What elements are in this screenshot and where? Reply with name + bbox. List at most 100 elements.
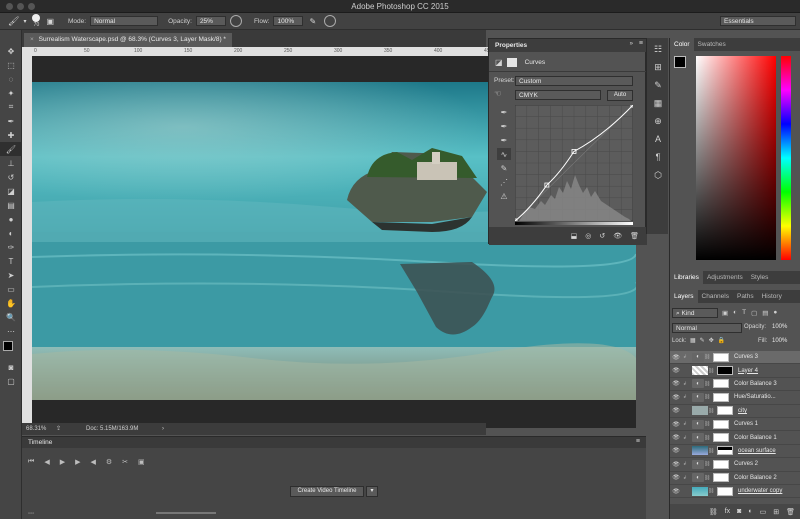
layer-visibility-icon[interactable]: 👁 bbox=[670, 461, 682, 468]
layer-row[interactable]: 👁 ⛓ ocean surface bbox=[670, 445, 800, 459]
tool-preset-dropdown[interactable]: ▾ bbox=[23, 18, 26, 25]
mask-link-icon[interactable]: ⛓ bbox=[704, 354, 710, 360]
fill-value[interactable]: 100% bbox=[772, 338, 787, 344]
layer-style-icon[interactable]: fx bbox=[725, 508, 730, 515]
mask-link-icon[interactable]: ⛓ bbox=[708, 448, 714, 454]
hand-tool-icon[interactable]: ✋ bbox=[0, 296, 22, 310]
gradient-tool-icon[interactable]: ▤ bbox=[0, 198, 22, 212]
layer-thumbnail[interactable] bbox=[692, 446, 708, 456]
properties-panel-icon[interactable]: ☷ bbox=[647, 40, 669, 58]
hue-slider[interactable] bbox=[781, 56, 791, 260]
layer-row[interactable]: 👁 ⛓ underwater copy bbox=[670, 485, 800, 499]
channel-select[interactable]: CMYK bbox=[515, 90, 601, 100]
timeline-mode-dropdown[interactable]: ▾ bbox=[366, 486, 378, 497]
delete-icon[interactable]: 🗑 bbox=[630, 232, 639, 240]
flow-input[interactable]: 100% bbox=[273, 16, 304, 26]
pen-tool-icon[interactable]: ✑ bbox=[0, 240, 22, 254]
layer-thumbnail[interactable] bbox=[692, 406, 708, 416]
mask-link-icon[interactable]: ⛓ bbox=[704, 394, 710, 400]
layer-mask-thumbnail[interactable] bbox=[713, 473, 729, 483]
layer-thumbnail[interactable] bbox=[692, 366, 708, 376]
layer-mask-thumbnail[interactable] bbox=[713, 379, 729, 389]
layer-visibility-icon[interactable]: 👁 bbox=[670, 488, 682, 495]
foreground-color[interactable] bbox=[674, 56, 686, 68]
layer-row[interactable]: 👁 ↲ ◐ ⛓ Hue/Saturatio... bbox=[670, 391, 800, 405]
airbrush-icon[interactable]: ✎ bbox=[309, 17, 316, 26]
tab-paths[interactable]: Paths bbox=[733, 290, 758, 303]
mask-link-icon[interactable]: ⛓ bbox=[704, 475, 710, 481]
layer-row[interactable]: 👁 ↲ ◐ ⛓ Curves 2 bbox=[670, 458, 800, 472]
tab-libraries[interactable]: Libraries bbox=[670, 271, 703, 284]
tab-adjustments[interactable]: Adjustments bbox=[703, 271, 747, 284]
play-icon[interactable]: ▶ bbox=[60, 458, 65, 466]
path-select-tool-icon[interactable]: ➤ bbox=[0, 268, 22, 282]
layer-mask-thumbnail[interactable] bbox=[713, 419, 729, 429]
curve-point-tool-icon[interactable]: ∿ bbox=[497, 148, 511, 160]
share-icon[interactable]: ⇪ bbox=[56, 425, 61, 432]
layer-row[interactable]: 👁 ↲ ◐ ⛓ Color Balance 2 bbox=[670, 472, 800, 485]
white-point-eyedropper-icon[interactable]: ✒ bbox=[497, 134, 511, 146]
layer-row[interactable]: 👁 ⛓ city bbox=[670, 405, 800, 418]
character-panel-icon[interactable]: A bbox=[647, 130, 669, 148]
layer-thumbnail[interactable] bbox=[692, 486, 708, 496]
eyedropper-tool-icon[interactable]: ✒ bbox=[0, 114, 22, 128]
link-layers-icon[interactable]: ⛓ bbox=[709, 508, 718, 516]
on-image-adjust-icon[interactable]: ☜ bbox=[494, 89, 501, 98]
zoom-level[interactable]: 68.31% bbox=[26, 426, 46, 432]
zoom-tool-icon[interactable]: 🔍 bbox=[0, 310, 22, 324]
layer-visibility-icon[interactable]: 👁 bbox=[670, 354, 682, 361]
quick-mask-icon[interactable]: ◙ bbox=[0, 360, 22, 374]
layer-opacity-value[interactable]: 100% bbox=[772, 324, 787, 330]
tab-history[interactable]: History bbox=[758, 290, 786, 303]
layer-visibility-icon[interactable]: 👁 bbox=[670, 380, 682, 387]
paragraph-panel-icon[interactable]: ¶ bbox=[647, 148, 669, 166]
layer-mask-thumbnail[interactable] bbox=[717, 446, 733, 456]
healing-tool-icon[interactable]: ✚ bbox=[0, 128, 22, 142]
lock-transparency-icon[interactable]: ▦ bbox=[690, 337, 696, 344]
new-adjustment-icon[interactable]: ◐ bbox=[748, 508, 752, 515]
layer-mask-thumbnail[interactable] bbox=[713, 433, 729, 443]
mode-select[interactable]: Normal bbox=[90, 16, 159, 26]
clone-stamp-tool-icon[interactable]: ⊥ bbox=[0, 156, 22, 170]
layer-row[interactable]: 👁 ⛓ Layer 4 bbox=[670, 364, 800, 378]
quick-select-tool-icon[interactable]: ✦ bbox=[0, 86, 22, 100]
reset-icon[interactable]: ↺ bbox=[599, 232, 605, 240]
layer-mask-icon[interactable] bbox=[506, 58, 517, 67]
mask-link-icon[interactable]: ⛓ bbox=[708, 368, 714, 374]
adjustments-panel-icon[interactable]: ⊞ bbox=[647, 58, 669, 76]
audio-icon[interactable]: ◀ bbox=[90, 458, 95, 466]
filter-pixel-icon[interactable]: ▣ bbox=[722, 309, 728, 317]
timeline-menu-icon[interactable]: ≡ bbox=[636, 438, 640, 445]
status-menu-icon[interactable]: › bbox=[162, 426, 164, 432]
lock-position-icon[interactable]: ✥ bbox=[709, 337, 714, 344]
mask-link-icon[interactable]: ⛓ bbox=[704, 381, 710, 387]
foreground-color-swatch[interactable] bbox=[3, 341, 13, 351]
tab-channels[interactable]: Channels bbox=[698, 290, 733, 303]
properties-menu-icon[interactable]: ≡ bbox=[639, 40, 643, 47]
transition-icon[interactable]: ▣ bbox=[138, 458, 145, 466]
layer-visibility-icon[interactable]: 👁 bbox=[670, 394, 682, 401]
more-tools-icon[interactable]: ⋯ bbox=[0, 324, 22, 338]
layer-visibility-icon[interactable]: 👁 bbox=[670, 407, 682, 414]
brush-tool-icon[interactable]: 🖌 bbox=[0, 142, 22, 156]
layer-row[interactable]: 👁 ↲ ◐ ⛓ Color Balance 1 bbox=[670, 431, 800, 445]
view-previous-icon[interactable]: ◎ bbox=[585, 232, 591, 240]
brush-picker[interactable]: 70 bbox=[32, 14, 41, 28]
clip-to-layer-icon[interactable]: ⬓ bbox=[571, 232, 578, 240]
layer-mask-thumbnail[interactable] bbox=[717, 366, 733, 376]
close-tab-icon[interactable]: × bbox=[30, 36, 34, 43]
visibility-icon[interactable]: 👁 bbox=[613, 232, 622, 240]
layer-row[interactable]: 👁 ↲ ◐ ⛓ Color Balance 3 bbox=[670, 378, 800, 392]
prev-frame-icon[interactable]: ◀ bbox=[44, 458, 49, 466]
filter-smart-icon[interactable]: ▤ bbox=[762, 309, 768, 317]
filter-kind-select[interactable]: ⌕ Kind bbox=[672, 308, 718, 318]
preset-select[interactable]: Custom bbox=[515, 76, 633, 86]
gray-point-eyedropper-icon[interactable]: ✒ bbox=[497, 120, 511, 132]
filter-shape-icon[interactable]: ▢ bbox=[751, 309, 757, 317]
type-tool-icon[interactable]: T bbox=[0, 254, 22, 268]
layer-mask-thumbnail[interactable] bbox=[713, 459, 729, 469]
crop-tool-icon[interactable]: ⌗ bbox=[0, 100, 22, 114]
history-brush-tool-icon[interactable]: ↺ bbox=[0, 170, 22, 184]
layer-visibility-icon[interactable]: 👁 bbox=[670, 474, 682, 481]
layer-visibility-icon[interactable]: 👁 bbox=[670, 447, 682, 454]
